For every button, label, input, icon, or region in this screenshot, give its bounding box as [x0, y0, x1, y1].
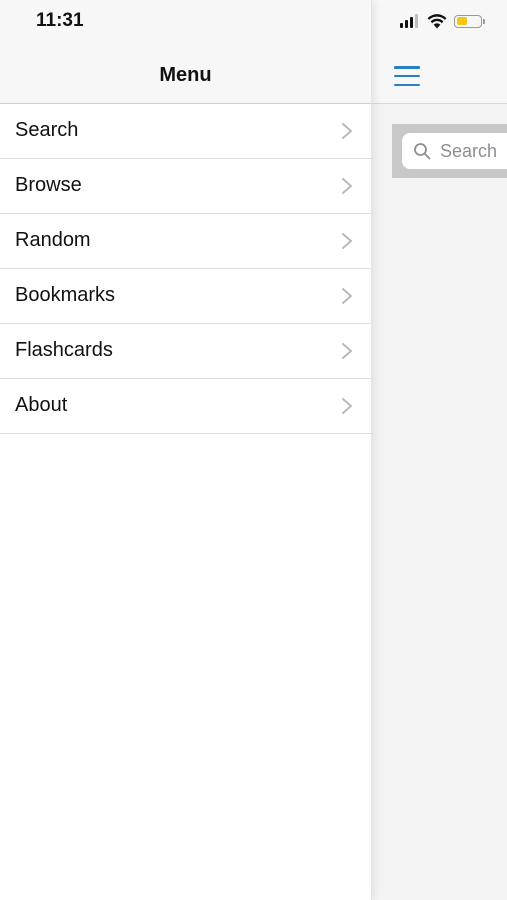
menu-item-random[interactable]: Random: [0, 214, 371, 269]
menu-item-label: Browse: [15, 174, 82, 196]
search-input[interactable]: Search: [402, 133, 507, 169]
chevron-right-icon: [342, 178, 352, 194]
chevron-right-icon: [342, 343, 352, 359]
menu-item-browse[interactable]: Browse: [0, 159, 371, 214]
menu-item-label: Random: [15, 229, 91, 251]
chevron-right-icon: [342, 288, 352, 304]
side-menu-drawer: 11:31 Menu Search Browse Random Bookmark…: [0, 0, 372, 900]
menu-item-search[interactable]: Search: [0, 104, 371, 159]
cellular-signal-icon: [400, 14, 418, 28]
menu-item-label: Bookmarks: [15, 284, 116, 306]
menu-item-label: Flashcards: [15, 339, 113, 361]
status-icons: [400, 10, 485, 32]
chevron-right-icon: [342, 398, 352, 414]
menu-item-bookmarks[interactable]: Bookmarks: [0, 269, 371, 324]
menu-list: Search Browse Random Bookmarks Flashcard…: [0, 104, 371, 434]
menu-item-about[interactable]: About: [0, 379, 371, 434]
app-screen: Search 11:31 Menu Search Browse Random B…: [0, 0, 507, 900]
menu-item-flashcards[interactable]: Flashcards: [0, 324, 371, 379]
chevron-right-icon: [342, 233, 352, 249]
chevron-right-icon: [342, 123, 352, 139]
menu-item-label: About: [15, 394, 68, 416]
battery-icon: [454, 14, 485, 28]
status-time: 11:31: [36, 10, 84, 31]
page-title: Menu: [159, 64, 212, 86]
menu-item-label: Search: [15, 119, 79, 141]
hamburger-menu-icon[interactable]: [394, 66, 420, 86]
battery-level: [456, 17, 467, 25]
search-placeholder: Search: [440, 140, 498, 161]
drawer-header: 11:31 Menu: [0, 0, 371, 104]
search-icon: [414, 143, 431, 160]
search-bar: Search: [392, 124, 507, 178]
wifi-icon: [427, 14, 447, 29]
